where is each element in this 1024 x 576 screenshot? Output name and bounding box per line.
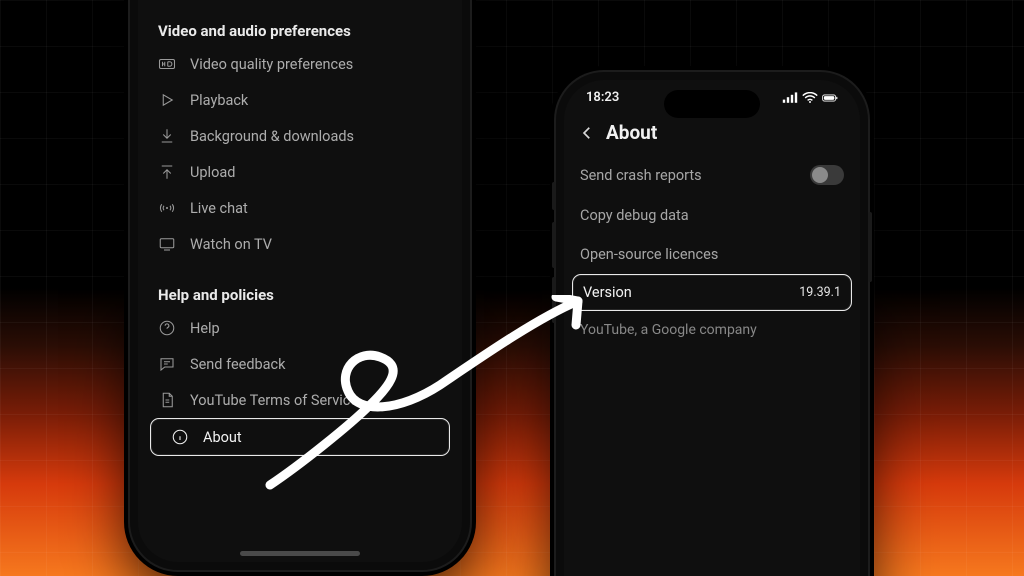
chevron-left-icon — [578, 124, 596, 142]
tv-icon — [158, 235, 176, 253]
feedback-icon — [158, 355, 176, 373]
battery-icon — [822, 92, 838, 104]
settings-item-live-chat[interactable]: Live chat — [138, 190, 462, 226]
item-label: Playback — [190, 92, 442, 109]
terms-icon — [158, 391, 176, 409]
row-label: Open-source licences — [580, 246, 844, 263]
page-title: About — [606, 121, 657, 144]
settings-screen: Video and audio preferences Video qualit… — [138, 0, 462, 562]
settings-item-about[interactable]: About — [150, 418, 450, 456]
item-label: Video quality preferences — [190, 56, 442, 73]
settings-item-terms[interactable]: YouTube Terms of Service — [138, 382, 462, 418]
about-row-crash-reports[interactable]: Send crash reports — [564, 154, 860, 196]
section-title-video-audio: Video and audio preferences — [138, 12, 462, 46]
info-icon — [171, 428, 189, 446]
settings-item-video-quality[interactable]: Video quality preferences — [138, 46, 462, 82]
phone-side-button — [868, 212, 872, 282]
item-label: About — [203, 429, 429, 446]
help-icon — [158, 319, 176, 337]
row-label: Version — [583, 284, 799, 301]
home-indicator — [240, 551, 360, 556]
item-label: Live chat — [190, 200, 442, 217]
about-row-licences[interactable]: Open-source licences — [564, 235, 860, 274]
status-time: 18:23 — [586, 90, 619, 105]
about-screen: 18:23 About Send crash reports Copy debu… — [564, 80, 860, 576]
section-divider — [138, 262, 462, 276]
toggle-crash-reports[interactable] — [810, 165, 844, 185]
phone-about: 18:23 About Send crash reports Copy debu… — [556, 72, 868, 576]
settings-item-background-downloads[interactable]: Background & downloads — [138, 118, 462, 154]
item-label: Help — [190, 320, 442, 337]
item-label: Send feedback — [190, 356, 442, 373]
settings-item-upload[interactable]: Upload — [138, 154, 462, 190]
item-label: Watch on TV — [190, 236, 442, 253]
settings-item-watch-on-tv[interactable]: Watch on TV — [138, 226, 462, 262]
phone-side-button — [552, 222, 556, 268]
settings-item-help[interactable]: Help — [138, 310, 462, 346]
settings-item-send-feedback[interactable]: Send feedback — [138, 346, 462, 382]
about-row-version[interactable]: Version 19.39.1 — [572, 274, 852, 311]
item-label: YouTube Terms of Service — [190, 392, 442, 409]
section-title-help-policies: Help and policies — [138, 276, 462, 310]
row-label: Copy debug data — [580, 207, 844, 224]
signal-icon — [782, 92, 798, 104]
company-text: YouTube, a Google company — [564, 311, 860, 349]
phone-side-button — [552, 182, 556, 210]
hd-icon — [158, 55, 176, 73]
dynamic-island — [664, 90, 760, 118]
version-value: 19.39.1 — [799, 285, 841, 300]
download-icon — [158, 127, 176, 145]
settings-item-playback[interactable]: Playback — [138, 82, 462, 118]
phone-side-button — [552, 277, 556, 323]
row-label: Send crash reports — [580, 167, 810, 184]
item-label: Upload — [190, 164, 442, 181]
about-row-copy-debug[interactable]: Copy debug data — [564, 196, 860, 235]
status-icons — [782, 92, 838, 104]
wifi-icon — [802, 92, 818, 104]
play-icon — [158, 91, 176, 109]
live-icon — [158, 199, 176, 217]
upload-icon — [158, 163, 176, 181]
item-label: Background & downloads — [190, 128, 442, 145]
phone-settings: Video and audio preferences Video qualit… — [130, 0, 470, 570]
